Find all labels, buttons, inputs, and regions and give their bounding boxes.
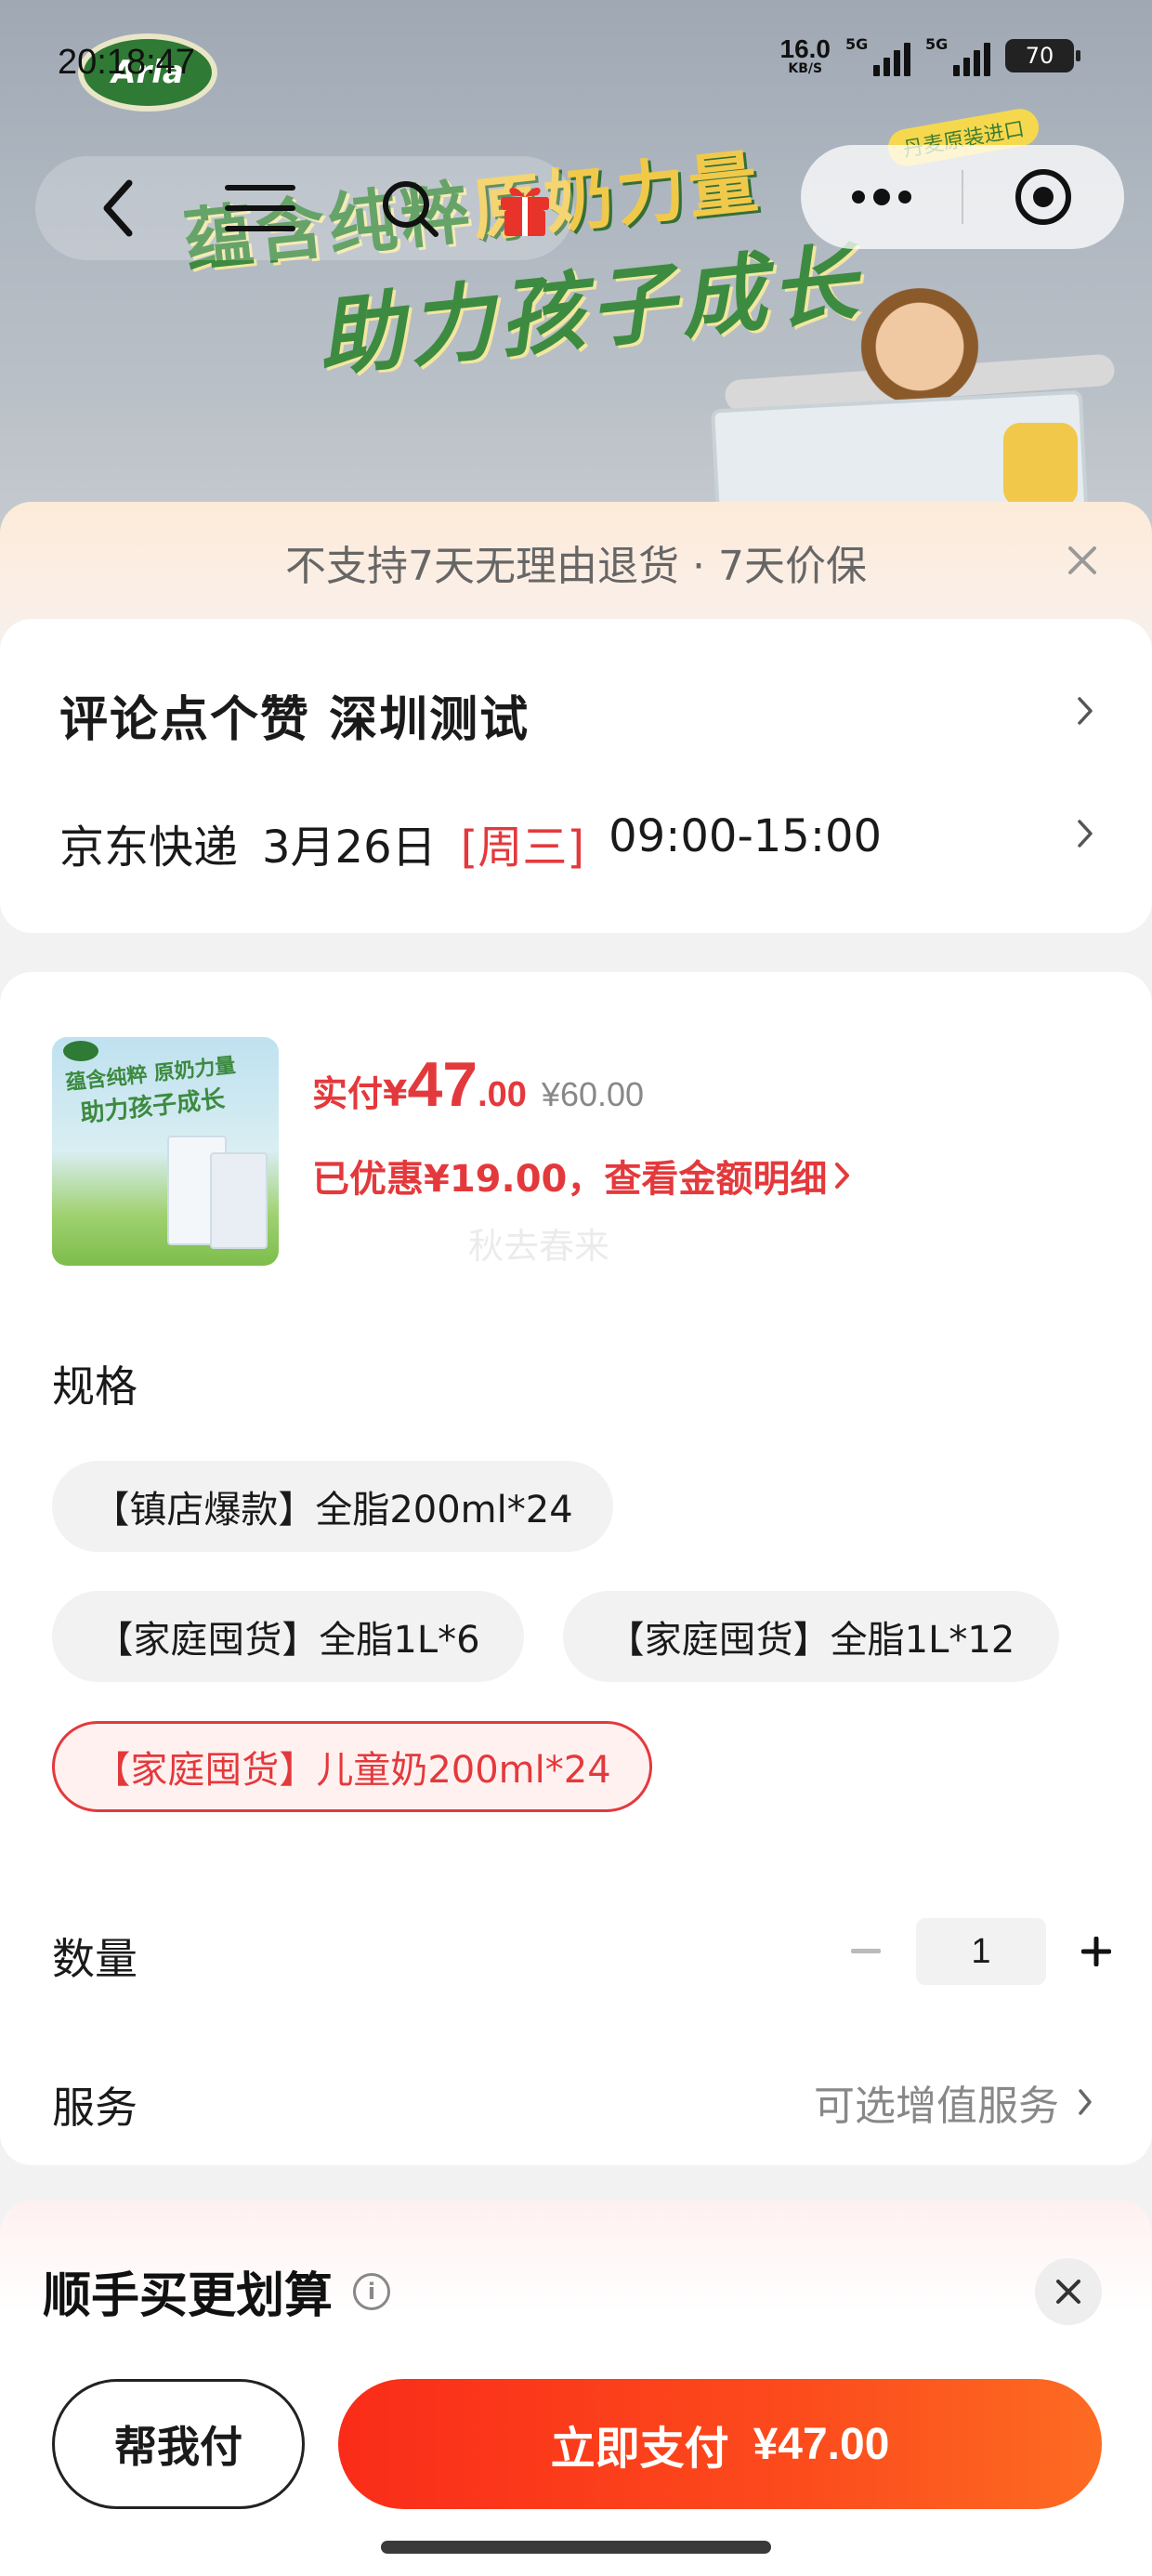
delivery-info[interactable]: 京东快递 3月26日 [周三] 09:00-15:00	[59, 810, 882, 875]
product-thumbnail[interactable]: 蕴含纯粹 原奶力量 助力孩子成长	[52, 1037, 279, 1266]
close-miniprogram-button[interactable]	[963, 145, 1124, 249]
spec-option[interactable]: 【家庭囤货】全脂1L*12	[563, 1591, 1059, 1682]
pay-label: 立即支付	[550, 2423, 729, 2475]
quantity-stepper: 1	[847, 1918, 1115, 1985]
chevron-right-icon	[1078, 697, 1093, 725]
chevron-right-icon	[1079, 2089, 1092, 2115]
thumb-pack	[210, 1152, 268, 1249]
pay-now-button[interactable]: 立即支付 ¥47.00	[338, 2379, 1102, 2509]
more-button[interactable]	[801, 145, 962, 249]
help-pay-button[interactable]: 帮我付	[52, 2379, 305, 2509]
delivery-time-window: 09:00-15:00	[609, 810, 883, 862]
chevron-right-icon	[1078, 820, 1093, 848]
spec-option[interactable]: 【家庭囤货】全脂1L*6	[52, 1591, 524, 1682]
gift-icon	[501, 187, 549, 236]
signal-icon: 5G	[925, 35, 990, 76]
search-button[interactable]	[368, 156, 452, 260]
miniprogram-capsule	[801, 145, 1124, 249]
menu-icon	[225, 185, 295, 231]
spec-option[interactable]: 【镇店爆款】全脂200ml*24	[52, 1461, 613, 1552]
service-selector[interactable]: 可选增值服务	[814, 2072, 1093, 2132]
pay-amount: ¥47.00	[753, 2419, 890, 2469]
status-icons: 16.0 KB/S 5G 5G 70	[779, 34, 1080, 76]
addon-title: 顺手买更划算 i	[43, 2256, 391, 2326]
minus-icon	[851, 1949, 881, 1953]
discount-details-link[interactable]: 已优惠¥19.00，查看金额明细	[312, 1149, 851, 1203]
paid-integer: 47	[407, 1049, 478, 1120]
quantity-input[interactable]: 1	[916, 1918, 1046, 1985]
quantity-label: 数量	[52, 1934, 137, 1984]
discount-text: 已优惠¥19.00，查看金额明细	[312, 1158, 828, 1201]
service-hint: 可选增值服务	[814, 2083, 1059, 2130]
gift-button[interactable]	[483, 156, 567, 260]
hero-banner: Arla 蕴含纯粹原奶力量 助力孩子成长 丹麦原装进口	[0, 0, 1152, 558]
paid-label: 实付¥	[312, 1073, 408, 1114]
search-icon	[383, 181, 439, 237]
status-time: 20:18:47	[58, 43, 195, 82]
signal-icon: 5G	[845, 35, 910, 76]
battery-icon: 70	[1005, 39, 1080, 72]
thumb-logo	[63, 1041, 98, 1061]
original-price: ¥60.00	[541, 1075, 645, 1113]
chevron-right-icon	[835, 1163, 850, 1189]
spec-option-selected[interactable]: 【家庭囤货】儿童奶200ml*24	[52, 1721, 652, 1812]
back-icon	[103, 179, 133, 237]
address-name: 评论点个赞 深圳测试	[59, 692, 530, 748]
price-row: 实付¥ 47 .00 ¥60.00	[312, 1048, 644, 1121]
paid-decimal: .00	[478, 1075, 527, 1114]
close-icon	[1056, 2280, 1080, 2304]
notice-close-button[interactable]	[1059, 537, 1106, 584]
more-icon	[851, 189, 911, 205]
addon-close-button[interactable]	[1035, 2258, 1102, 2325]
menu-button[interactable]	[214, 156, 307, 260]
info-icon[interactable]: i	[353, 2272, 391, 2310]
close-icon	[1068, 546, 1096, 574]
net-speed: 16.0 KB/S	[779, 34, 831, 76]
spec-label: 规格	[52, 1361, 137, 1412]
back-button[interactable]	[76, 156, 160, 260]
addon-title-text: 顺手买更划算	[43, 2268, 334, 2324]
hero-royal-badge	[1003, 423, 1078, 506]
service-label: 服务	[52, 2083, 137, 2133]
address-card[interactable]	[0, 619, 1152, 933]
delivery-carrier: 京东快递	[59, 821, 239, 874]
return-policy-notice: 不支持7天无理由退货 · 7天价保	[285, 543, 867, 590]
decrement-button[interactable]	[847, 1933, 884, 1970]
plus-icon	[1081, 1937, 1111, 1966]
home-indicator[interactable]	[381, 2541, 771, 2554]
delivery-weekday: [周三]	[460, 821, 585, 874]
delivery-date: 3月26日	[262, 821, 437, 874]
watermark: 秋去春来	[468, 1226, 610, 1267]
increment-button[interactable]	[1078, 1933, 1115, 1970]
target-icon	[1015, 169, 1072, 225]
